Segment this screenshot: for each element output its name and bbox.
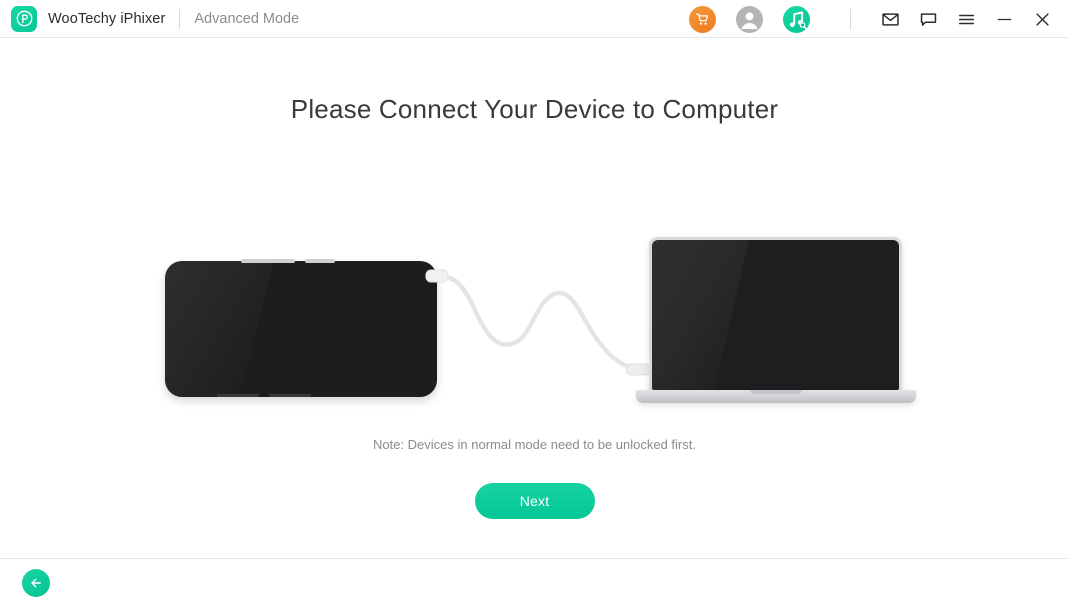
mail-icon[interactable] [875, 4, 905, 34]
app-window: WooTechy iPhixer Advanced Mode Please Co… [0, 0, 1069, 603]
connection-illustration [150, 184, 940, 429]
mode-label: Advanced Mode [194, 10, 300, 27]
note-text: Note: Devices in normal mode need to be … [372, 437, 696, 452]
laptop-screen [652, 240, 899, 390]
footer-bar [0, 558, 1069, 603]
user-account-icon[interactable] [736, 5, 763, 33]
menu-hamburger-icon[interactable] [951, 4, 981, 34]
shopping-cart-icon[interactable] [689, 5, 716, 33]
titlebar-divider [850, 8, 851, 30]
brand-block: WooTechy iPhixer Advanced Mode [0, 5, 300, 32]
laptop-screen-gloss [652, 240, 756, 390]
music-search-icon[interactable] [783, 5, 810, 33]
p-logo-icon [11, 5, 37, 32]
app-name: WooTechy iPhixer [48, 10, 166, 27]
close-icon[interactable] [1027, 4, 1057, 34]
back-button[interactable] [22, 569, 50, 597]
next-button[interactable]: Next [474, 483, 595, 519]
usb-cable-graphic [425, 269, 651, 376]
arrow-left-icon [31, 578, 41, 588]
page-title: Please Connect Your Device to Computer [290, 94, 779, 124]
titlebar-actions [689, 0, 1069, 38]
main-content: Please Connect Your Device to Computer N… [0, 39, 1069, 558]
laptop-trackpad-notch [750, 390, 802, 394]
laptop-lid [649, 237, 902, 392]
brand-divider [179, 8, 181, 29]
phone-screen-gloss [165, 261, 279, 397]
titlebar: WooTechy iPhixer Advanced Mode [0, 0, 1069, 38]
computer-graphic [636, 237, 916, 412]
mobile-device-graphic [165, 261, 437, 397]
minimize-icon[interactable] [989, 4, 1019, 34]
feedback-chat-icon[interactable] [913, 4, 943, 34]
